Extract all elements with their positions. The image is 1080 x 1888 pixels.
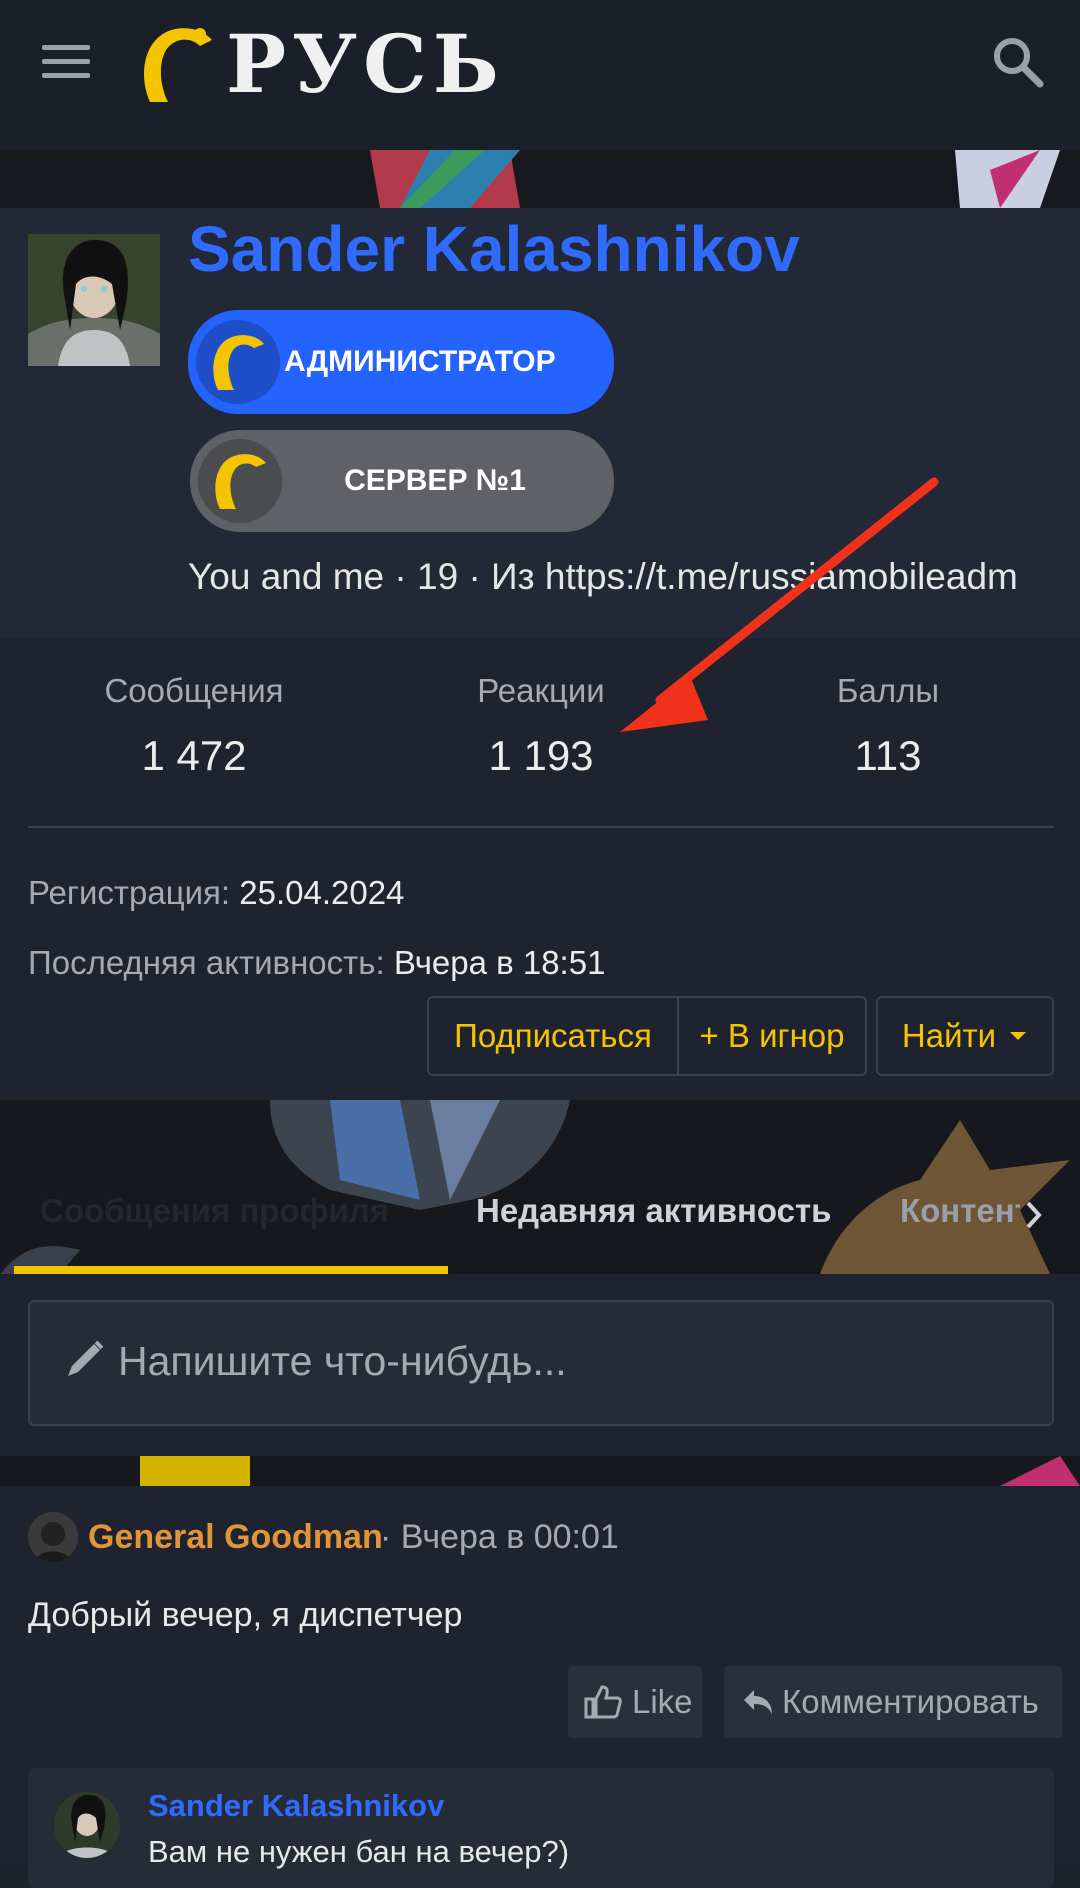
active-tab-indicator xyxy=(14,1266,448,1274)
ignore-button[interactable]: + В игнор xyxy=(677,998,865,1074)
stat-label: Баллы xyxy=(836,672,940,709)
find-label: Найти xyxy=(901,1017,997,1054)
registration-row: Регистрация: 25.04.2024 xyxy=(28,874,404,912)
pencil-icon xyxy=(68,1340,104,1376)
site-logo[interactable]: РУСЬ xyxy=(130,14,499,114)
like-label: Like xyxy=(632,1683,693,1720)
thumbs-up-icon xyxy=(584,1685,622,1719)
badge-server: СЕРВЕР №1 xyxy=(190,430,614,532)
comment-author-name[interactable]: Sander Kalashnikov xyxy=(148,1788,444,1824)
top-bar: РУСЬ xyxy=(0,0,1080,150)
registration-date: 25.04.2024 xyxy=(239,874,405,911)
like-button[interactable]: Like xyxy=(568,1666,702,1738)
profile-post: General Goodman · Вчера в 00:01 Добрый в… xyxy=(0,1486,1080,1888)
status-composer-input[interactable]: Напишите что-нибудь... xyxy=(28,1300,1054,1426)
last-activity-label: Последняя активность: xyxy=(28,944,385,981)
logo-text: РУСЬ xyxy=(226,17,505,111)
follow-ignore-group: Подписаться + В игнор xyxy=(427,996,867,1076)
tab-profile-posts[interactable]: Сообщения профиля xyxy=(40,1192,389,1230)
post-timestamp[interactable]: · Вчера в 00:01 xyxy=(380,1518,619,1557)
find-dropdown-button[interactable]: Найти xyxy=(878,998,1052,1074)
post-author-name[interactable]: General Goodman xyxy=(88,1518,383,1557)
badge-emblem-icon xyxy=(196,320,280,404)
stat-value: 1 472 xyxy=(141,732,247,779)
profile-name[interactable]: Sander Kalashnikov xyxy=(188,212,800,286)
tab-recent-activity[interactable]: Недавняя активность xyxy=(476,1192,831,1230)
stat-value: 113 xyxy=(854,732,922,779)
registration-label: Регистрация: xyxy=(28,874,231,911)
comment-author-avatar[interactable] xyxy=(54,1792,120,1858)
badge-label: АДМИНИСТРАТОР xyxy=(284,345,556,378)
profile-avatar[interactable] xyxy=(28,234,160,366)
search-icon[interactable] xyxy=(990,34,1046,90)
stat-label: Сообщения xyxy=(104,672,284,709)
post-comment: Sander Kalashnikov Вам не нужен бан на в… xyxy=(28,1768,1054,1888)
post-author-avatar[interactable] xyxy=(28,1512,78,1562)
composer-placeholder: Напишите что-нибудь... xyxy=(118,1338,567,1384)
background-strip xyxy=(0,1456,1080,1486)
badge-administrator: АДМИНИСТРАТОР xyxy=(188,310,614,414)
badge-emblem-icon xyxy=(198,439,282,523)
profile-tabs-bar: Сообщения профиля Недавняя активность Ко… xyxy=(0,1100,1080,1274)
comment-label: Комментировать xyxy=(782,1683,1039,1720)
stat-points[interactable]: Баллы 113 xyxy=(738,672,1038,780)
profile-stats: Сообщения 1 472 Реакции 1 193 Баллы 113 … xyxy=(0,638,1080,1100)
stat-messages[interactable]: Сообщения 1 472 xyxy=(44,672,344,780)
stats-divider xyxy=(28,826,1054,828)
profile-cover-image xyxy=(0,150,1080,208)
hamburger-menu-icon[interactable] xyxy=(42,45,90,79)
profile-info-line: You and me · 19 · Из https://t.me/russia… xyxy=(188,556,1018,597)
reply-arrow-icon xyxy=(744,1690,772,1714)
badge-label: СЕРВЕР №1 xyxy=(344,464,526,497)
stat-reactions[interactable]: Реакции 1 193 xyxy=(391,672,691,780)
subscribe-button[interactable]: Подписаться xyxy=(429,998,677,1074)
caret-down-icon xyxy=(1010,1032,1027,1040)
stat-value: 1 193 xyxy=(488,732,594,779)
tab-content[interactable]: Контент xyxy=(900,1192,1020,1230)
logo-emblem-icon xyxy=(144,28,212,102)
last-activity-value: Вчера в 18:51 xyxy=(393,944,606,981)
chevron-right-icon[interactable] xyxy=(1024,1200,1044,1230)
comment-button[interactable]: Комментировать xyxy=(724,1666,1062,1738)
post-body: Добрый вечер, я диспетчер xyxy=(28,1596,463,1634)
find-group: Найти xyxy=(876,996,1054,1076)
stat-label: Реакции xyxy=(477,672,605,709)
last-activity-row: Последняя активность: Вчера в 18:51 xyxy=(28,944,605,982)
